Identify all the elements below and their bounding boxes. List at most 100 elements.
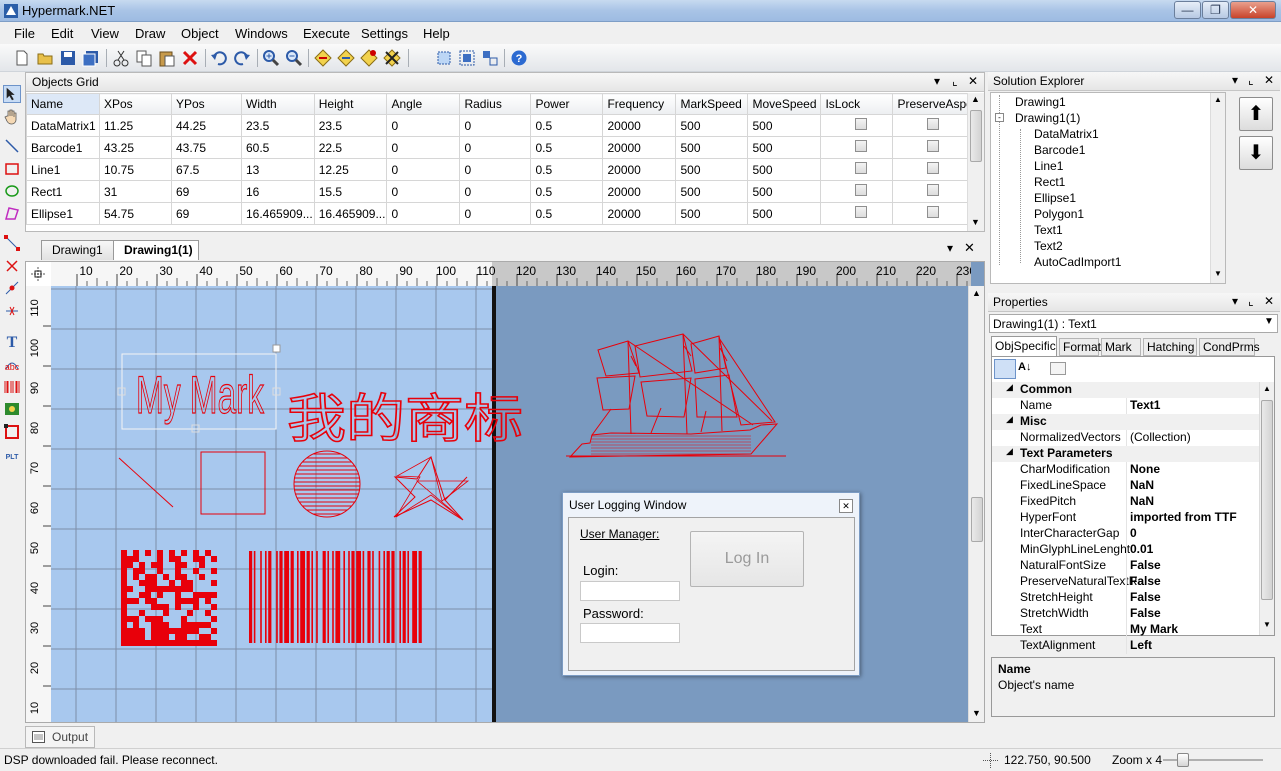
expand-triangle-icon[interactable]: ◢ <box>1006 382 1013 393</box>
scroll-down-icon[interactable]: ▼ <box>1263 620 1271 629</box>
table-cell[interactable]: 20000 <box>602 202 677 225</box>
property-row[interactable]: PreserveNaturalTextRa False <box>992 574 1260 590</box>
autocad-import-ship[interactable] <box>566 333 786 458</box>
column-header[interactable]: Width <box>241 93 315 115</box>
table-cell[interactable]: 69 <box>171 180 242 203</box>
islock-checkbox[interactable] <box>855 206 868 218</box>
table-cell[interactable]: Ellipse1 <box>26 202 100 225</box>
table-row[interactable]: DataMatrix1 11.25 44.25 23.5 23.5 0 0 0.5 20000 5… <box>26 114 975 137</box>
polygon1-star[interactable] <box>393 455 468 521</box>
preserve-aspect-checkbox[interactable] <box>927 206 940 218</box>
property-value[interactable]: False <box>1130 606 1161 620</box>
copy-icon[interactable] <box>135 49 153 67</box>
table-cell[interactable]: 54.75 <box>99 202 172 225</box>
property-row[interactable]: Text My Mark <box>992 622 1260 638</box>
ruler-origin-icon[interactable] <box>29 265 47 283</box>
add-node-icon[interactable] <box>3 279 21 297</box>
table-cell[interactable]: 23.5 <box>241 114 315 137</box>
property-row[interactable]: NaturalFontSize False <box>992 558 1260 574</box>
table-cell[interactable]: 20000 <box>602 114 677 137</box>
panel-close-icon[interactable]: ✕ <box>1264 294 1274 308</box>
menu-help[interactable]: Help <box>423 26 450 41</box>
select-all-icon[interactable] <box>435 49 453 67</box>
property-row[interactable]: Name Text1 <box>992 398 1260 414</box>
table-cell[interactable]: 0 <box>386 202 461 225</box>
tree-item-ellipse1[interactable]: Ellipse1 <box>1034 191 1076 205</box>
resize-handle[interactable] <box>272 344 281 353</box>
table-cell[interactable]: 0 <box>386 114 461 137</box>
table-cell[interactable]: DataMatrix1 <box>26 114 100 137</box>
ellipse-tool-icon[interactable] <box>3 182 21 200</box>
table-cell[interactable]: 10.75 <box>99 158 172 181</box>
table-cell[interactable]: 500 <box>675 202 749 225</box>
paste-icon[interactable] <box>158 49 176 67</box>
line-tool-icon[interactable] <box>3 137 21 155</box>
text2-chinese[interactable]: 我的商标 <box>286 389 524 451</box>
dropdown-arrow-icon[interactable]: ▼ <box>1264 316 1274 327</box>
table-cell[interactable]: 0.5 <box>530 202 604 225</box>
maximize-button[interactable]: ❐ <box>1202 1 1229 19</box>
property-value[interactable]: False <box>1130 558 1161 572</box>
zoom-out-icon[interactable] <box>285 49 303 67</box>
output-tab[interactable]: Output <box>25 726 95 748</box>
tab-drawing1-1[interactable]: Drawing1(1) <box>113 240 199 260</box>
table-cell[interactable]: 15.5 <box>313 180 388 203</box>
table-cell[interactable]: Rect1 <box>26 180 100 203</box>
table-cell[interactable]: 0.5 <box>530 114 604 137</box>
property-row[interactable]: CharModification None <box>992 462 1260 478</box>
menu-settings[interactable]: Settings <box>361 26 408 41</box>
property-row[interactable]: StretchWidth False <box>992 606 1260 622</box>
plt-import-icon[interactable]: PLT <box>3 446 21 464</box>
login-button[interactable]: Log In <box>690 531 804 587</box>
panel-menu-icon[interactable]: ▾ <box>934 74 940 88</box>
scroll-down-icon[interactable]: ▼ <box>1214 269 1222 278</box>
table-cell[interactable]: 500 <box>747 180 822 203</box>
property-value[interactable]: 0 <box>1130 526 1137 540</box>
column-header[interactable]: YPos <box>171 93 242 115</box>
menu-windows[interactable]: Windows <box>235 26 288 41</box>
tree-item-barcode1[interactable]: Barcode1 <box>1034 143 1085 157</box>
table-cell[interactable]: 67.5 <box>171 158 242 181</box>
tab-condprms[interactable]: CondPrms <box>1199 338 1260 356</box>
tree-item-drawing1[interactable]: Drawing1 <box>1015 95 1066 109</box>
table-row[interactable]: Line1 10.75 67.5 13 12.25 0 0 0.5 20000 500 500 <box>26 158 975 181</box>
preserve-aspect-checkbox[interactable] <box>927 140 940 152</box>
table-cell[interactable]: 500 <box>675 136 749 159</box>
mark-selected-icon[interactable] <box>360 49 378 67</box>
tab-format[interactable]: Format <box>1059 338 1101 356</box>
table-cell[interactable]: 500 <box>747 136 822 159</box>
tree-item-line1[interactable]: Line1 <box>1034 159 1063 173</box>
polygon-tool-icon[interactable] <box>3 204 21 222</box>
table-cell[interactable]: 13 <box>241 158 315 181</box>
tab-menu-icon[interactable]: ▾ <box>947 241 953 255</box>
islock-checkbox[interactable] <box>855 140 868 152</box>
table-cell[interactable]: 22.5 <box>313 136 388 159</box>
tree-item-text1[interactable]: Text1 <box>1034 223 1063 237</box>
scroll-up-icon[interactable]: ▲ <box>1214 95 1222 104</box>
save-icon[interactable] <box>59 49 77 67</box>
property-value[interactable]: 0.01 <box>1130 542 1153 556</box>
expand-triangle-icon[interactable]: ◢ <box>1006 414 1013 425</box>
property-row[interactable]: InterCharacterGap 0 <box>992 526 1260 542</box>
panel-menu-icon[interactable]: ▾ <box>1232 73 1238 87</box>
table-cell[interactable]: 0.5 <box>530 158 604 181</box>
table-cell[interactable]: 500 <box>747 114 822 137</box>
grid-scrollbar[interactable]: ▲ ▼ <box>967 93 984 231</box>
property-value[interactable]: NaN <box>1130 494 1154 508</box>
hand-tool-icon[interactable] <box>3 107 21 125</box>
column-header[interactable]: Name <box>26 93 100 115</box>
table-cell[interactable]: 0 <box>459 180 532 203</box>
table-cell[interactable]: 20000 <box>602 180 677 203</box>
table-cell[interactable]: 12.25 <box>313 158 388 181</box>
property-row[interactable]: MinGlyphLineLenght 0.01 <box>992 542 1260 558</box>
property-row[interactable]: StretchHeight False <box>992 590 1260 606</box>
property-pages-icon[interactable] <box>1050 362 1066 375</box>
property-row[interactable]: TextAlignment Left <box>992 638 1260 654</box>
table-cell[interactable]: 0 <box>386 158 461 181</box>
mark-diamond-alt-icon[interactable] <box>337 49 355 67</box>
table-cell[interactable]: 23.5 <box>313 114 388 137</box>
table-cell[interactable]: 0 <box>386 180 461 203</box>
group-icon[interactable] <box>458 49 476 67</box>
pin-icon[interactable]: ⌞ <box>952 74 958 88</box>
scroll-thumb[interactable] <box>971 497 983 542</box>
